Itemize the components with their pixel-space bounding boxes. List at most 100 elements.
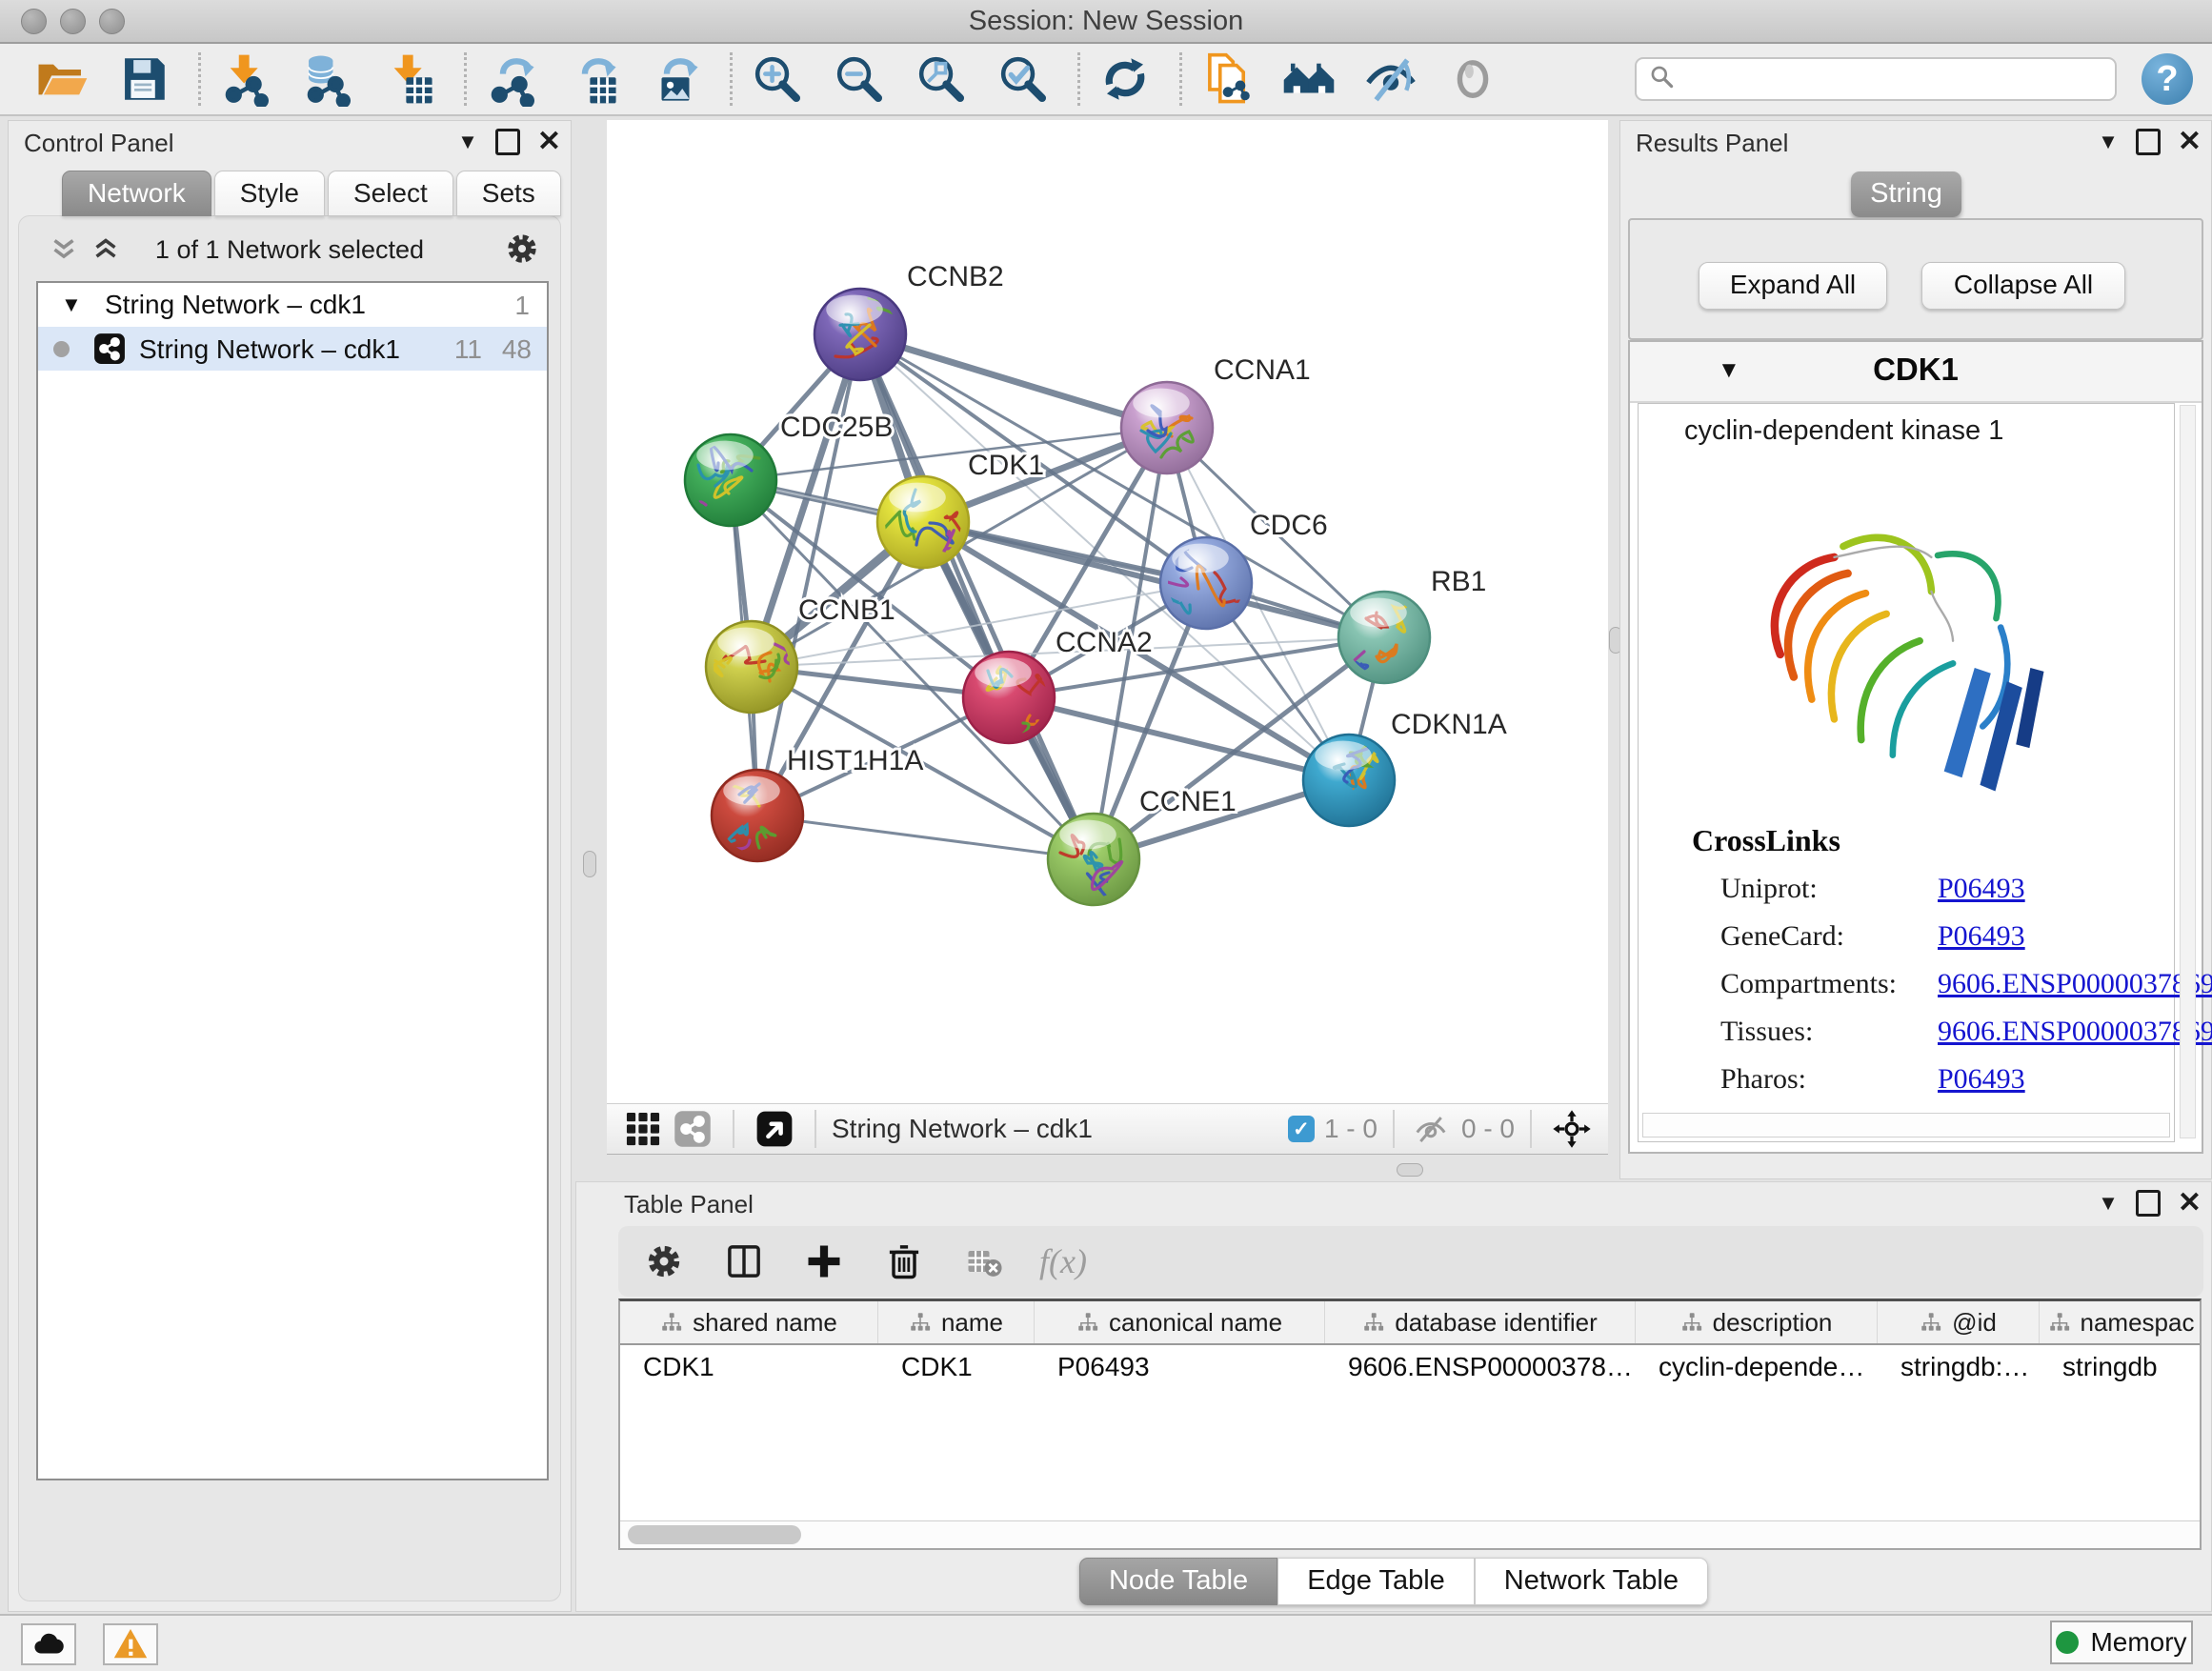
- column-header-name[interactable]: name: [878, 1301, 1035, 1343]
- tab-sets[interactable]: Sets: [456, 171, 561, 216]
- table-horizontal-scrollbar[interactable]: [620, 1520, 2200, 1548]
- crosslink-link[interactable]: 9606.ENSP00000378699: [1938, 968, 2212, 1000]
- add-column-icon[interactable]: [799, 1237, 849, 1286]
- show-columns-icon[interactable]: [719, 1237, 769, 1286]
- tab-select[interactable]: Select: [328, 171, 453, 216]
- help-button[interactable]: ?: [2142, 53, 2193, 105]
- panel-float-icon[interactable]: [2136, 1190, 2161, 1217]
- expand-all-button[interactable]: Expand All: [1699, 262, 1887, 310]
- panel-float-icon[interactable]: [495, 129, 520, 155]
- collection-expander-icon[interactable]: ▼: [61, 292, 82, 317]
- crosslink-link[interactable]: P06493: [1938, 873, 2025, 905]
- column-header-canonical-name[interactable]: canonical name: [1035, 1301, 1325, 1343]
- zoom-out-button[interactable]: [830, 50, 889, 109]
- results-horizontal-scrollbar[interactable]: [1642, 1113, 2170, 1137]
- birdseye-grid-icon[interactable]: [618, 1104, 668, 1154]
- apply-layout-button[interactable]: [1096, 50, 1155, 109]
- panel-menu-icon[interactable]: ▼: [2098, 130, 2119, 154]
- search-field[interactable]: [1679, 64, 2115, 95]
- tab-string[interactable]: String: [1851, 171, 1961, 217]
- network-row-selected[interactable]: String Network – cdk1 11 48: [38, 327, 547, 371]
- column-header--id[interactable]: @id: [1878, 1301, 2040, 1343]
- delete-column-trash-icon[interactable]: [879, 1237, 929, 1286]
- node-HIST1H1A[interactable]: [712, 770, 803, 867]
- edge-CCNB2-CCNE1[interactable]: [860, 334, 1094, 859]
- node-CDKN1A[interactable]: [1303, 735, 1395, 826]
- crosslink-link[interactable]: P06493: [1938, 1063, 2025, 1096]
- tab-node-table[interactable]: Node Table: [1079, 1558, 1277, 1605]
- column-header-database-identifier[interactable]: database identifier: [1325, 1301, 1636, 1343]
- selected-checkbox-icon[interactable]: ✓: [1288, 1116, 1315, 1142]
- tab-style[interactable]: Style: [214, 171, 325, 216]
- tab-network[interactable]: Network: [62, 171, 211, 216]
- export-image-button[interactable]: [646, 50, 705, 109]
- node-CCNA2[interactable]: [963, 652, 1055, 748]
- import-network-database-button[interactable]: [298, 50, 357, 109]
- panel-close-icon[interactable]: ✕: [2178, 131, 2202, 152]
- node-label-CCNE1: CCNE1: [1139, 786, 1237, 817]
- zoom-out-icon: [832, 51, 887, 107]
- panel-menu-icon[interactable]: ▼: [457, 130, 478, 154]
- open-session-button[interactable]: [32, 50, 91, 109]
- search-input[interactable]: [1635, 57, 2117, 101]
- home-button[interactable]: [1279, 50, 1338, 109]
- hide-selected-button[interactable]: [1361, 50, 1420, 109]
- node-CCNB2[interactable]: [814, 289, 906, 380]
- table-settings-gear-icon[interactable]: [639, 1237, 689, 1286]
- column-header-namespac[interactable]: namespac: [2040, 1301, 2202, 1343]
- left-splitter-handle[interactable]: [583, 851, 596, 877]
- column-header-shared-name[interactable]: shared name: [620, 1301, 878, 1343]
- bottom-splitter-handle[interactable]: [1397, 1163, 1423, 1177]
- zoom-in-button[interactable]: [748, 50, 807, 109]
- warnings-button[interactable]: [103, 1623, 158, 1665]
- network-collection-row[interactable]: ▼ String Network – cdk1 1: [38, 283, 547, 327]
- crosslink-link[interactable]: 9606.ENSP00000378699: [1938, 1016, 2212, 1048]
- tree-icon: [1680, 1311, 1703, 1334]
- node-CCNE1[interactable]: [1048, 814, 1139, 905]
- import-network-button[interactable]: [216, 50, 275, 109]
- crosslink-link[interactable]: P06493: [1938, 920, 2025, 953]
- share-session-button[interactable]: [1197, 50, 1257, 109]
- table-cell[interactable]: CDK1: [878, 1352, 1035, 1382]
- open-in-new-icon[interactable]: [750, 1104, 799, 1154]
- table-cell[interactable]: stringdb: [2040, 1352, 2202, 1382]
- table-cell[interactable]: cyclin-dependent ...: [1636, 1352, 1878, 1382]
- tab-network-table[interactable]: Network Table: [1475, 1558, 1708, 1605]
- import-table-button[interactable]: [380, 50, 439, 109]
- edge-CCNB2-HIST1H1A[interactable]: [757, 334, 860, 815]
- panel-menu-icon[interactable]: ▼: [2098, 1191, 2119, 1216]
- node-CDC25B[interactable]: [677, 434, 776, 547]
- node-CDK1[interactable]: [877, 476, 969, 568]
- table-cell[interactable]: 9606.ENSP00000378699: [1325, 1352, 1636, 1382]
- save-session-button[interactable]: [114, 50, 173, 109]
- network-options-gear-icon[interactable]: [503, 230, 545, 272]
- table-cell[interactable]: P06493: [1035, 1352, 1325, 1382]
- zoom-in-icon: [750, 51, 805, 107]
- panel-float-icon[interactable]: [2136, 129, 2161, 155]
- table-cell[interactable]: CDK1: [620, 1352, 878, 1382]
- zoom-selected-button[interactable]: [994, 50, 1053, 109]
- results-vertical-scrollbar[interactable]: [2180, 405, 2196, 1138]
- cloud-status-button[interactable]: [21, 1623, 76, 1665]
- tab-edge-table[interactable]: Edge Table: [1277, 1558, 1475, 1605]
- network-share-icon[interactable]: [668, 1104, 717, 1154]
- selected-count: 1 - 0: [1324, 1114, 1377, 1144]
- collapse-all-button[interactable]: Collapse All: [1921, 262, 2125, 310]
- export-network-button[interactable]: [482, 50, 541, 109]
- memory-button[interactable]: Memory: [2050, 1621, 2193, 1664]
- scrollbar-thumb[interactable]: [628, 1525, 801, 1544]
- panel-close-icon[interactable]: ✕: [537, 131, 561, 152]
- zoom-fit-button[interactable]: [912, 50, 971, 109]
- table-cell[interactable]: stringdb:9...: [1878, 1352, 2040, 1382]
- export-table-button[interactable]: [564, 50, 623, 109]
- node-RB1[interactable]: [1338, 587, 1430, 696]
- edge-CCNB2-CCNA1[interactable]: [860, 334, 1167, 428]
- edge-HIST1H1A-CCNE1[interactable]: [757, 815, 1094, 859]
- fit-selected-crosshair-icon[interactable]: [1547, 1104, 1597, 1154]
- network-view-canvas[interactable]: CCNB2 CCNA1 CDC25B CDK1 CDC6 RB1: [607, 120, 1608, 1103]
- table-row[interactable]: CDK1CDK1P064939606.ENSP00000378699cyclin…: [620, 1345, 2200, 1389]
- node-CCNA1[interactable]: [1121, 382, 1213, 473]
- panel-close-icon[interactable]: ✕: [2178, 1193, 2202, 1214]
- column-header-description[interactable]: description: [1636, 1301, 1878, 1343]
- gene-entry-header[interactable]: ▼ CDK1: [1630, 342, 2202, 403]
